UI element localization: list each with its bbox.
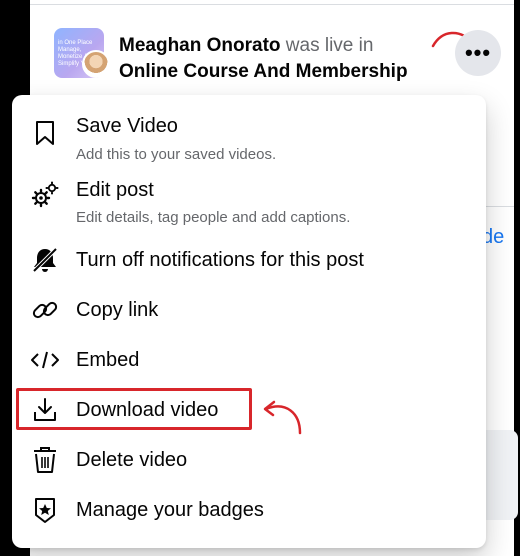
post-options-menu: Save Video Add this to your saved videos… (12, 95, 486, 548)
menu-item-turn-off-notifications[interactable]: Turn off notifications for this post (12, 243, 486, 277)
menu-item-save-video[interactable]: Save Video Add this to your saved videos… (12, 113, 486, 165)
link-icon (30, 295, 60, 325)
menu-item-manage-badges[interactable]: Manage your badges (12, 493, 486, 527)
menu-item-title: Save Video (76, 115, 178, 137)
bell-off-icon (30, 245, 60, 275)
trash-icon (30, 445, 60, 475)
post-header: Meaghan Onorato was live in Online Cours… (119, 33, 439, 85)
group-name[interactable]: Online Course And Membership (119, 59, 439, 85)
gears-icon (30, 180, 60, 210)
menu-item-subtitle: Add this to your saved videos. (76, 146, 277, 163)
menu-item-embed[interactable]: Embed (12, 343, 486, 377)
code-icon (30, 345, 60, 375)
menu-item-title: Delete video (76, 449, 188, 471)
menu-item-delete-video[interactable]: Delete video (12, 443, 486, 477)
author-name[interactable]: Meaghan Onorato (119, 35, 281, 56)
post-action-text: was live in (285, 35, 374, 56)
menu-item-title: Embed (76, 349, 140, 371)
divider (30, 4, 514, 5)
menu-item-subtitle: Edit details, tag people and add caption… (76, 209, 351, 226)
menu-item-title: Copy link (76, 299, 159, 321)
bookmark-icon (30, 118, 60, 148)
menu-item-edit-post[interactable]: Edit post Edit details, tag people and a… (12, 177, 486, 229)
download-highlight-box (16, 388, 252, 430)
menu-item-title: Edit post (76, 179, 154, 201)
annotation-arrow-icon (263, 400, 302, 435)
author-avatar[interactable] (82, 50, 110, 78)
badge-icon (30, 495, 60, 525)
menu-item-copy-link[interactable]: Copy link (12, 293, 486, 327)
more-options-button[interactable]: ••• (455, 30, 501, 76)
menu-item-title: Turn off notifications for this post (76, 249, 364, 271)
menu-item-title: Manage your badges (76, 499, 264, 521)
